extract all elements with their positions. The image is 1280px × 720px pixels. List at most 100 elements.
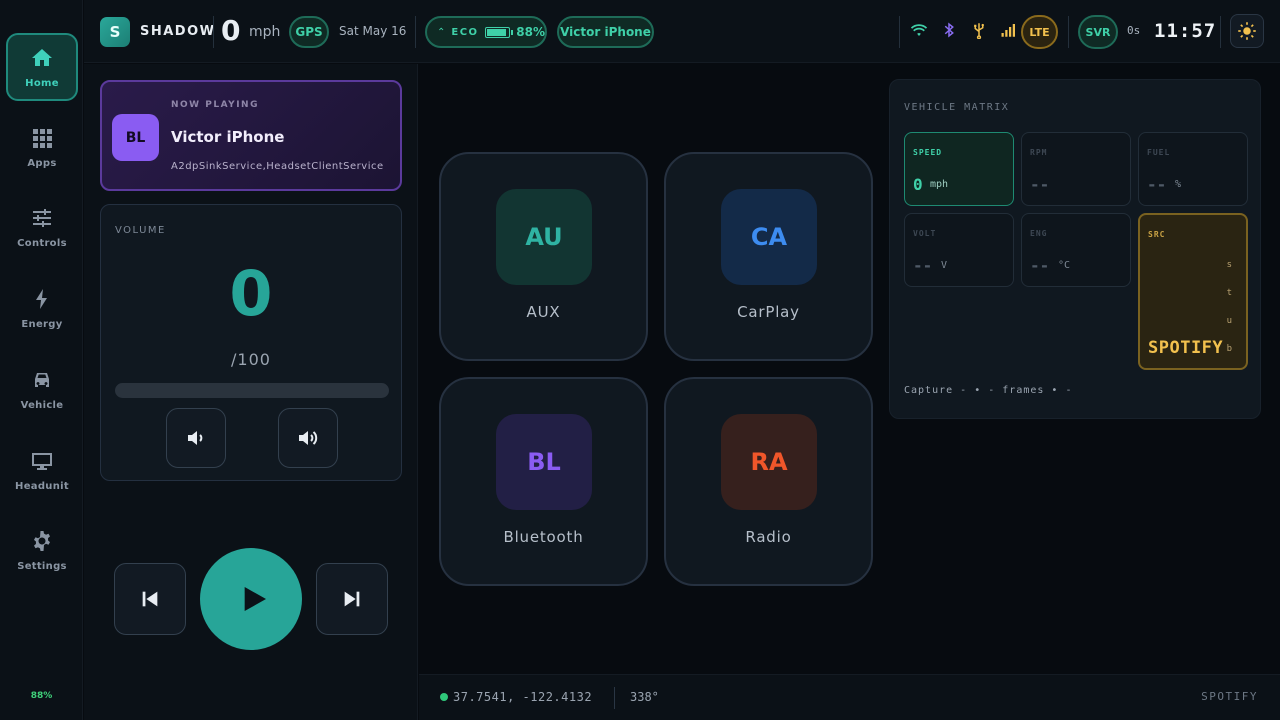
sliders-icon — [33, 208, 51, 227]
radio-icon: RA — [721, 414, 817, 510]
source-tile-label: CarPlay — [737, 303, 800, 321]
matrix-cell-rpm[interactable]: RPM -- — [1021, 132, 1131, 206]
sidebar-item-home[interactable]: Home — [6, 33, 78, 101]
grid-icon — [33, 128, 52, 148]
cell-unit: V — [941, 260, 948, 271]
cell-label: FUEL — [1147, 148, 1171, 157]
gear-icon — [34, 530, 50, 551]
volume-kicker: VOLUME — [115, 225, 166, 236]
now-playing-title: Victor iPhone — [171, 128, 285, 146]
connected-device-pill[interactable]: Victor iPhone — [557, 16, 654, 48]
cell-label: ENG — [1030, 229, 1048, 238]
latency-label: 0s — [1127, 24, 1141, 37]
lte-badge[interactable]: LTE — [1021, 15, 1058, 49]
previous-track-button[interactable] — [114, 563, 186, 635]
source-tile-label: AUX — [526, 303, 561, 321]
sidebar-item-apps[interactable]: Apps — [6, 113, 78, 181]
now-playing-card[interactable]: BL NOW PLAYING Victor iPhone A2dpSinkSer… — [100, 80, 402, 191]
bluetooth-source-icon: BL — [496, 414, 592, 510]
source-tile-aux[interactable]: AU AUX — [439, 152, 648, 361]
source-stub-char: s — [1226, 260, 1232, 270]
source-stub-char: u — [1226, 316, 1232, 326]
cell-value: -- — [913, 256, 933, 275]
matrix-cell-fuel[interactable]: FUEL -- % — [1138, 132, 1248, 206]
volume-down-button[interactable] — [166, 408, 226, 468]
usb-icon[interactable] — [970, 21, 988, 39]
carplay-icon: CA — [721, 189, 817, 285]
aux-icon: AU — [496, 189, 592, 285]
sidebar-item-label: Energy — [21, 318, 63, 330]
battery-icon — [484, 26, 513, 38]
status-icons — [910, 21, 1018, 39]
gps-coordinates: 37.7541, -122.4132 — [453, 690, 593, 704]
next-track-button[interactable] — [316, 563, 388, 635]
vehicle-matrix: VEHICLE MATRIX SPEED 0 mph RPM -- FUEL -… — [889, 79, 1261, 419]
app-logo: S — [100, 17, 130, 47]
sun-icon — [1238, 22, 1256, 40]
play-button[interactable] — [200, 548, 302, 650]
matrix-cell-volt[interactable]: VOLT -- V — [904, 213, 1014, 287]
home-icon — [32, 48, 52, 66]
sidebar-item-label: Home — [25, 77, 59, 89]
active-source-label: SPOTIFY — [1201, 690, 1258, 703]
volume-down-icon — [188, 431, 203, 445]
source-tile-carplay[interactable]: CA CarPlay — [664, 152, 873, 361]
volume-up-icon — [299, 431, 318, 445]
media-panel: BL NOW PLAYING Victor iPhone A2dpSinkSer… — [84, 64, 418, 720]
date-label: Sat May 16 — [339, 24, 407, 38]
cell-unit: mph — [930, 179, 949, 190]
volume-value: 0 — [229, 257, 273, 330]
signal-icon[interactable] — [1000, 21, 1018, 39]
brand-name: SHADOW — [140, 24, 216, 39]
source-tile-bluetooth[interactable]: BL Bluetooth — [439, 377, 648, 586]
sidebar-item-settings[interactable]: Settings — [6, 516, 78, 584]
eco-mode-pill[interactable]: ⌃ ECO 88% — [425, 16, 547, 48]
capture-status: Capture - • - frames • - — [904, 385, 1073, 396]
gps-badge[interactable]: GPS — [289, 16, 329, 48]
sidebar-item-headunit[interactable]: Headunit — [6, 436, 78, 504]
skip-previous-icon — [142, 591, 158, 607]
source-tile-label: Bluetooth — [503, 528, 584, 546]
eco-label: ECO — [451, 26, 479, 38]
source-stub-char: b — [1226, 344, 1232, 354]
bluetooth-icon[interactable] — [940, 21, 958, 39]
divider — [1068, 16, 1069, 48]
cell-label: SRC — [1148, 230, 1166, 239]
sidebar-item-label: Vehicle — [20, 399, 64, 411]
cell-label: RPM — [1030, 148, 1048, 157]
cell-value: -- — [1147, 175, 1167, 194]
sidebar-item-energy[interactable]: Energy — [6, 274, 78, 342]
matrix-cell-speed[interactable]: SPEED 0 mph — [904, 132, 1014, 206]
bottom-bar: 37.7541, -122.4132 338° SPOTIFY — [419, 674, 1280, 720]
speed-readout: 0 — [221, 14, 241, 47]
server-badge[interactable]: SVR — [1078, 15, 1118, 49]
sidebar-item-vehicle[interactable]: Vehicle — [6, 355, 78, 423]
divider — [1220, 16, 1221, 48]
monitor-icon — [32, 452, 52, 470]
battery-percent: 88% — [516, 25, 545, 39]
sidebar-item-label: Apps — [27, 157, 57, 169]
now-playing-subtitle: A2dpSinkService,HeadsetClientService — [171, 161, 384, 172]
source-tile-radio[interactable]: RA Radio — [664, 377, 873, 586]
volume-max: /100 — [231, 350, 271, 369]
now-playing-kicker: NOW PLAYING — [171, 100, 259, 110]
volume-slider[interactable] — [115, 383, 389, 398]
volume-up-button[interactable] — [278, 408, 338, 468]
matrix-title: VEHICLE MATRIX — [904, 102, 1010, 113]
divider — [899, 16, 900, 48]
sidebar: Home Apps Controls Energy Vehicle Headun… — [0, 0, 83, 720]
cell-unit: °C — [1058, 260, 1071, 271]
cell-label: VOLT — [913, 229, 937, 238]
sidebar-item-controls[interactable]: Controls — [6, 193, 78, 261]
sidebar-battery: 88% — [30, 691, 53, 701]
divider — [614, 687, 615, 709]
matrix-cell-eng[interactable]: ENG -- °C — [1021, 213, 1131, 287]
divider — [213, 16, 214, 48]
source-tile-label: Radio — [745, 528, 792, 546]
skip-next-icon — [344, 591, 360, 607]
matrix-cell-source[interactable]: SRC s t u b SPOTIFY — [1138, 213, 1248, 370]
wifi-icon[interactable] — [910, 21, 928, 39]
divider — [415, 16, 416, 48]
chevron-up-icon: ⌃ — [437, 26, 446, 38]
theme-toggle-button[interactable] — [1230, 14, 1264, 48]
